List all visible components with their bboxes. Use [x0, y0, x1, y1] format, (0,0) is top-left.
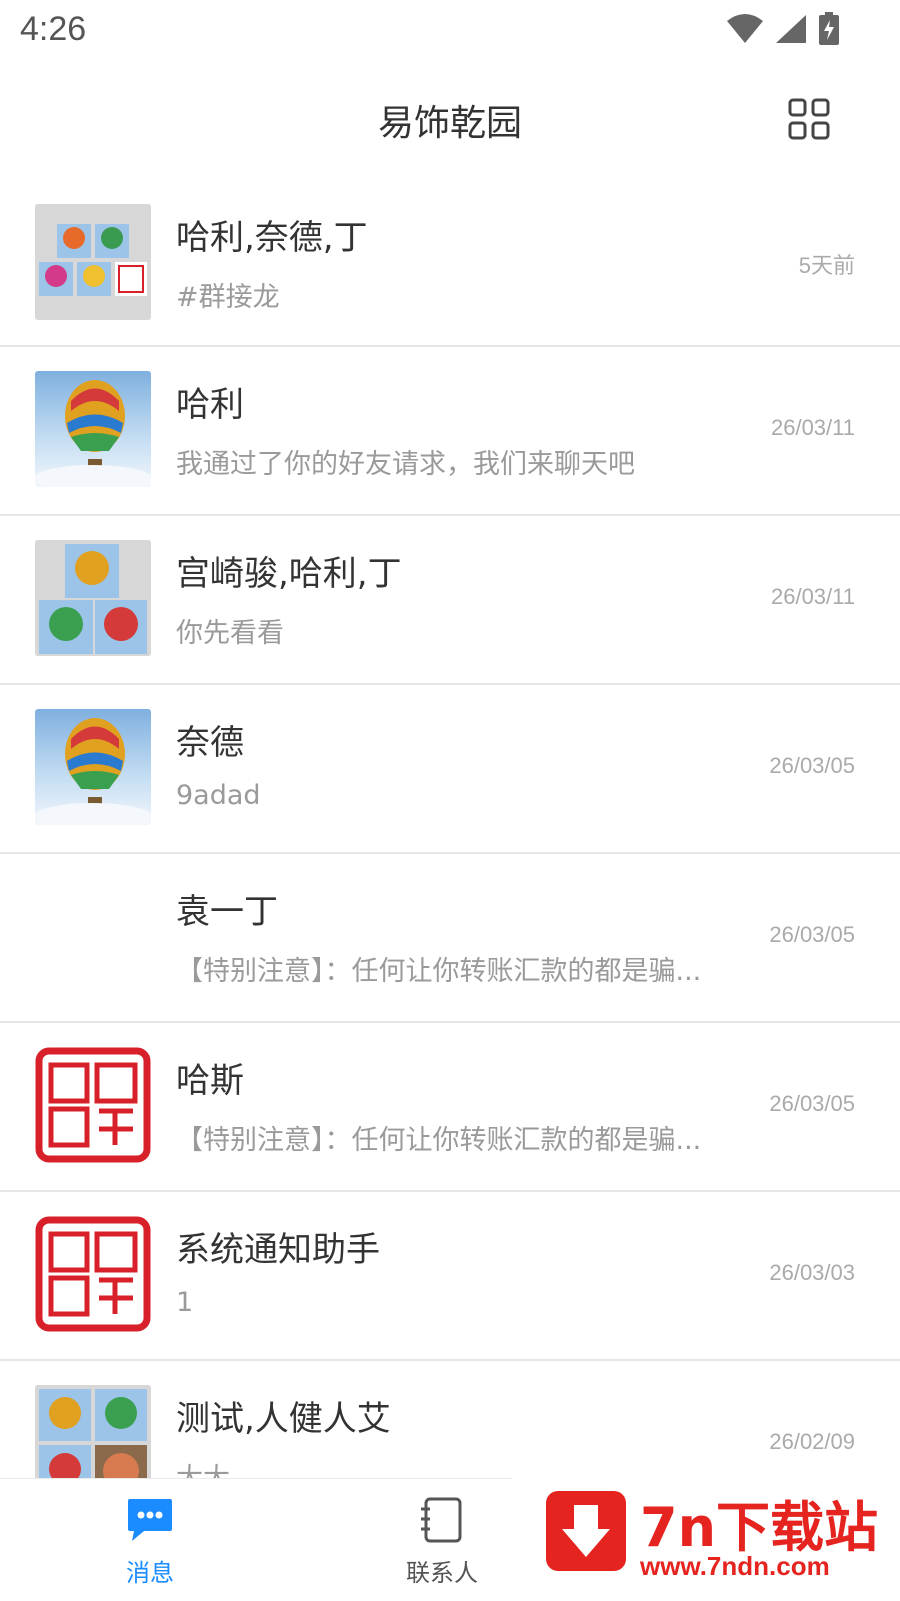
status-bar: 4:26 — [0, 0, 900, 62]
balloon-avatar — [35, 371, 151, 487]
conversation-preview: 1 — [176, 1287, 194, 1318]
group-avatar — [35, 204, 151, 320]
conversation-preview: 我通过了你的好友请求，我们来聊天吧 — [176, 449, 635, 480]
conversation-time: 26/03/03 — [769, 1260, 855, 1285]
conversation-row[interactable]: 哈利,奈德,丁 #群接龙 5天前 — [0, 180, 900, 347]
conversation-time: 26/03/05 — [769, 1091, 855, 1116]
tab-label: 消息 — [126, 1559, 174, 1587]
conversation-preview: 【特别注意】：任何让你转账汇款的都是骗... — [176, 956, 702, 987]
chat-icon — [128, 1499, 172, 1541]
contacts-icon — [421, 1497, 462, 1543]
balloon-avatar — [35, 709, 151, 825]
seal-avatar — [35, 1216, 151, 1332]
conversation-name: 奈德 — [176, 723, 244, 763]
tab-label: 联系人 — [406, 1559, 478, 1587]
conversation-time: 5天前 — [798, 253, 855, 278]
conversation-name: 哈利 — [176, 385, 244, 425]
watermark: 7n下载站 www.7ndn.com — [512, 1465, 900, 1600]
conversation-preview: 你先看看 — [176, 618, 284, 649]
seal-avatar — [35, 1047, 151, 1163]
conversation-row[interactable]: 袁一丁 【特别注意】：任何让你转账汇款的都是骗... 26/03/05 — [0, 854, 900, 1023]
conversation-list: 哈利,奈德,丁 #群接龙 5天前 哈利 我通过了你的好友请求，我们来聊天吧 26… — [0, 180, 900, 1530]
app-header: 易饰乾园 — [0, 62, 900, 180]
grid-button[interactable] — [788, 98, 830, 140]
grid-icon — [788, 98, 830, 140]
conversation-row[interactable]: 哈利 我通过了你的好友请求，我们来聊天吧 26/03/11 — [0, 347, 900, 516]
conversation-name: 测试,人健人艾 — [176, 1399, 391, 1439]
watermark-url: www.7ndn.com — [640, 1551, 830, 1581]
page-title: 易饰乾园 — [377, 103, 522, 144]
status-icons — [726, 12, 840, 46]
group-avatar — [35, 540, 151, 656]
conversation-name: 哈利,奈德,丁 — [176, 218, 368, 258]
signal-icon — [776, 15, 806, 43]
conversation-preview: 9adad — [176, 780, 261, 811]
conversation-name: 系统通知助手 — [176, 1230, 380, 1270]
wifi-icon — [727, 14, 763, 43]
conversation-preview: 【特别注意】：任何让你转账汇款的都是骗... — [176, 1125, 702, 1156]
conversation-time: 26/03/11 — [770, 415, 855, 440]
conversation-row[interactable]: 奈德 9adad 26/03/05 — [0, 685, 900, 854]
conversation-name: 袁一丁 — [176, 892, 278, 932]
battery-icon — [819, 12, 839, 45]
conversation-time: 26/03/05 — [769, 922, 855, 947]
conversation-name: 宫崎骏,哈利,丁 — [176, 554, 402, 594]
download-logo-icon — [546, 1491, 626, 1571]
conversation-preview: #群接龙 — [176, 282, 280, 313]
tab-messages[interactable]: 消息 — [70, 1479, 230, 1601]
conversation-row[interactable]: 宫崎骏,哈利,丁 你先看看 26/03/11 — [0, 516, 900, 685]
conversation-time: 26/03/11 — [770, 584, 855, 609]
conversation-time: 26/03/05 — [769, 753, 855, 778]
conversation-row[interactable]: 哈斯 【特别注意】：任何让你转账汇款的都是骗... 26/03/05 — [0, 1023, 900, 1192]
conversation-row[interactable]: 系统通知助手 1 26/03/03 — [0, 1192, 900, 1361]
conversation-name: 哈斯 — [176, 1061, 244, 1101]
status-time: 4:26 — [20, 10, 87, 48]
tab-contacts[interactable]: 联系人 — [362, 1479, 522, 1601]
conversation-time: 26/02/09 — [769, 1429, 855, 1454]
